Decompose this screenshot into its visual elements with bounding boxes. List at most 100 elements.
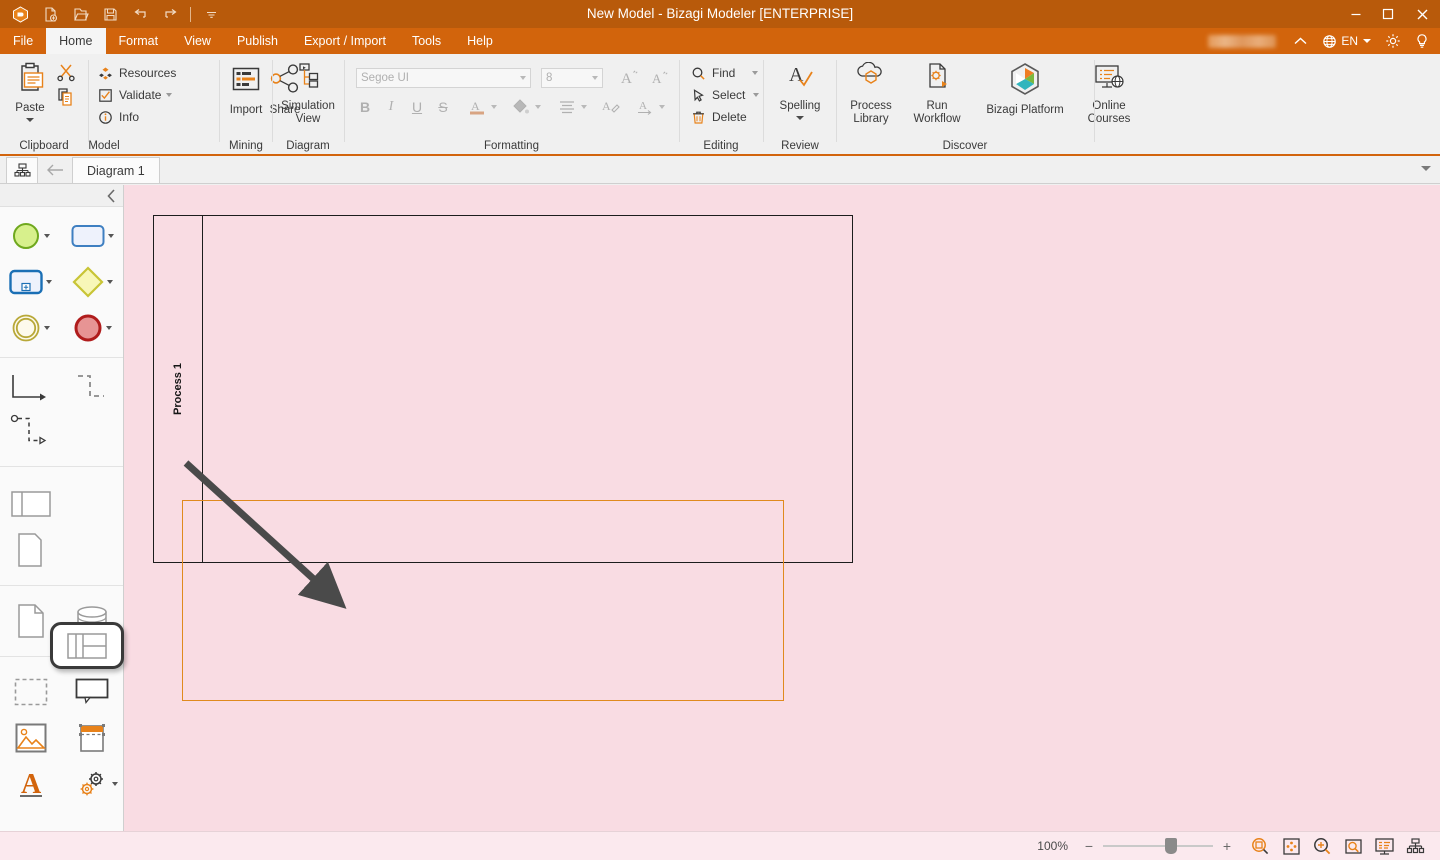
palette-collapse-button[interactable] <box>0 185 123 207</box>
palette-sequence-flow[interactable] <box>0 368 62 410</box>
save-icon[interactable] <box>96 2 124 26</box>
palette-association[interactable] <box>62 368 124 410</box>
intermediate-event-caret-icon[interactable] <box>44 326 50 330</box>
palette-subprocess[interactable] <box>0 259 62 305</box>
redo-icon[interactable] <box>156 2 184 26</box>
palette-pool[interactable] <box>0 481 62 527</box>
text-direction-button[interactable]: A <box>633 96 657 118</box>
underline-button[interactable]: U <box>405 96 429 118</box>
model-tree-icon[interactable] <box>1401 833 1430 859</box>
delete-button[interactable]: Delete <box>690 106 759 128</box>
palette-lane-selected[interactable] <box>50 622 124 669</box>
process-library-button[interactable]: Process Library <box>843 62 899 126</box>
strikethrough-button[interactable]: S <box>431 96 455 118</box>
grow-font-button[interactable]: A <box>617 66 641 88</box>
palette-custom-artifacts[interactable] <box>62 761 124 807</box>
select-dropdown-caret-icon[interactable] <box>753 93 759 97</box>
palette-milestone[interactable] <box>0 527 62 573</box>
palette-lane-placeholder[interactable] <box>62 481 124 527</box>
language-selector[interactable]: EN <box>1317 28 1376 54</box>
align-caret-icon[interactable] <box>581 105 587 109</box>
menu-tab-format[interactable]: Format <box>106 28 172 54</box>
settings-gear-icon[interactable] <box>1380 28 1406 54</box>
import-button[interactable]: Import <box>224 62 268 117</box>
zoom-out-button[interactable]: − <box>1082 838 1096 854</box>
gateway-caret-icon[interactable] <box>107 280 113 284</box>
fill-color-button[interactable] <box>509 96 533 118</box>
palette-task[interactable] <box>62 213 124 259</box>
palette-start-event[interactable] <box>0 213 62 259</box>
format-painter-button[interactable]: A <box>599 96 623 118</box>
info-button[interactable]: Info <box>97 106 176 128</box>
validate-dropdown-caret-icon[interactable] <box>166 93 172 97</box>
italic-button[interactable]: I <box>379 96 403 118</box>
presentation-view-icon[interactable] <box>1370 833 1399 859</box>
shrink-font-button[interactable]: A <box>647 66 671 88</box>
validate-button[interactable]: Validate <box>97 84 176 106</box>
font-color-button[interactable]: A <box>465 96 489 118</box>
custom-artifacts-caret-icon[interactable] <box>112 782 118 786</box>
subprocess-caret-icon[interactable] <box>46 280 52 284</box>
close-button[interactable] <box>1404 0 1440 28</box>
open-folder-icon[interactable] <box>66 2 94 26</box>
help-tip-icon[interactable] <box>1410 28 1434 54</box>
font-family-select[interactable]: Segoe UI <box>356 68 531 88</box>
text-direction-caret-icon[interactable] <box>659 105 665 109</box>
zoom-in-icon[interactable] <box>1308 833 1337 859</box>
model-view-button[interactable] <box>6 157 38 183</box>
resources-button[interactable]: Resources <box>97 62 176 84</box>
collapse-ribbon-icon[interactable] <box>1288 28 1313 54</box>
simulation-view-button[interactable]: Simulation View <box>277 62 339 126</box>
minimize-button[interactable] <box>1340 0 1372 28</box>
run-workflow-button[interactable]: Run Workflow <box>909 62 965 126</box>
paste-dropdown-caret-icon[interactable] <box>26 118 34 122</box>
bizagi-platform-button[interactable]: Bizagi Platform <box>973 62 1077 117</box>
fit-to-screen-icon[interactable] <box>1277 833 1306 859</box>
fill-color-caret-icon[interactable] <box>535 105 541 109</box>
palette-group[interactable] <box>0 669 62 715</box>
cut-button[interactable] <box>56 62 76 87</box>
palette-header[interactable] <box>62 715 124 761</box>
user-account-name[interactable] <box>1208 35 1276 48</box>
find-button[interactable]: Find <box>690 62 759 84</box>
copy-button[interactable] <box>56 87 76 112</box>
maximize-button[interactable] <box>1372 0 1404 28</box>
diagram-canvas[interactable]: Process 1 <box>124 185 1440 831</box>
zoom-in-button[interactable]: + <box>1220 838 1234 854</box>
spelling-dropdown-caret-icon[interactable] <box>796 116 804 120</box>
task-caret-icon[interactable] <box>108 234 114 238</box>
back-navigation-button[interactable] <box>38 157 72 183</box>
menu-tab-help[interactable]: Help <box>454 28 506 54</box>
align-button[interactable] <box>555 96 579 118</box>
palette-message-flow[interactable] <box>0 410 62 452</box>
font-color-caret-icon[interactable] <box>491 105 497 109</box>
bold-button[interactable]: B <box>353 96 377 118</box>
end-event-caret-icon[interactable] <box>106 326 112 330</box>
diagram-tab-1[interactable]: Diagram 1 <box>72 157 160 183</box>
tabstrip-overflow-button[interactable] <box>1420 160 1432 178</box>
start-event-caret-icon[interactable] <box>44 234 50 238</box>
new-file-icon[interactable] <box>36 2 64 26</box>
zoom-to-selection-icon[interactable] <box>1246 833 1275 859</box>
palette-gateway[interactable] <box>62 259 124 305</box>
palette-intermediate-event[interactable] <box>0 305 62 351</box>
undo-icon[interactable] <box>126 2 154 26</box>
zoom-slider[interactable] <box>1103 845 1213 847</box>
palette-end-event[interactable] <box>62 305 124 351</box>
online-courses-button[interactable]: Online Courses <box>1081 62 1137 126</box>
select-button[interactable]: Select <box>690 84 759 106</box>
palette-annotation[interactable] <box>62 669 124 715</box>
menu-tab-file[interactable]: File <box>0 28 46 54</box>
menu-tab-tools[interactable]: Tools <box>399 28 454 54</box>
palette-text[interactable]: A <box>0 761 62 807</box>
menu-tab-home[interactable]: Home <box>46 28 105 54</box>
paste-button[interactable]: Paste <box>6 60 54 122</box>
palette-image[interactable] <box>0 715 62 761</box>
font-size-select[interactable]: 8 <box>541 68 603 88</box>
spelling-button[interactable]: A Spelling <box>772 62 828 120</box>
menu-tab-publish[interactable]: Publish <box>224 28 291 54</box>
menu-tab-export-import[interactable]: Export / Import <box>291 28 399 54</box>
zoom-slider-thumb[interactable] <box>1165 838 1177 854</box>
zoom-region-icon[interactable] <box>1339 833 1368 859</box>
customize-quick-access-icon[interactable] <box>197 2 225 26</box>
